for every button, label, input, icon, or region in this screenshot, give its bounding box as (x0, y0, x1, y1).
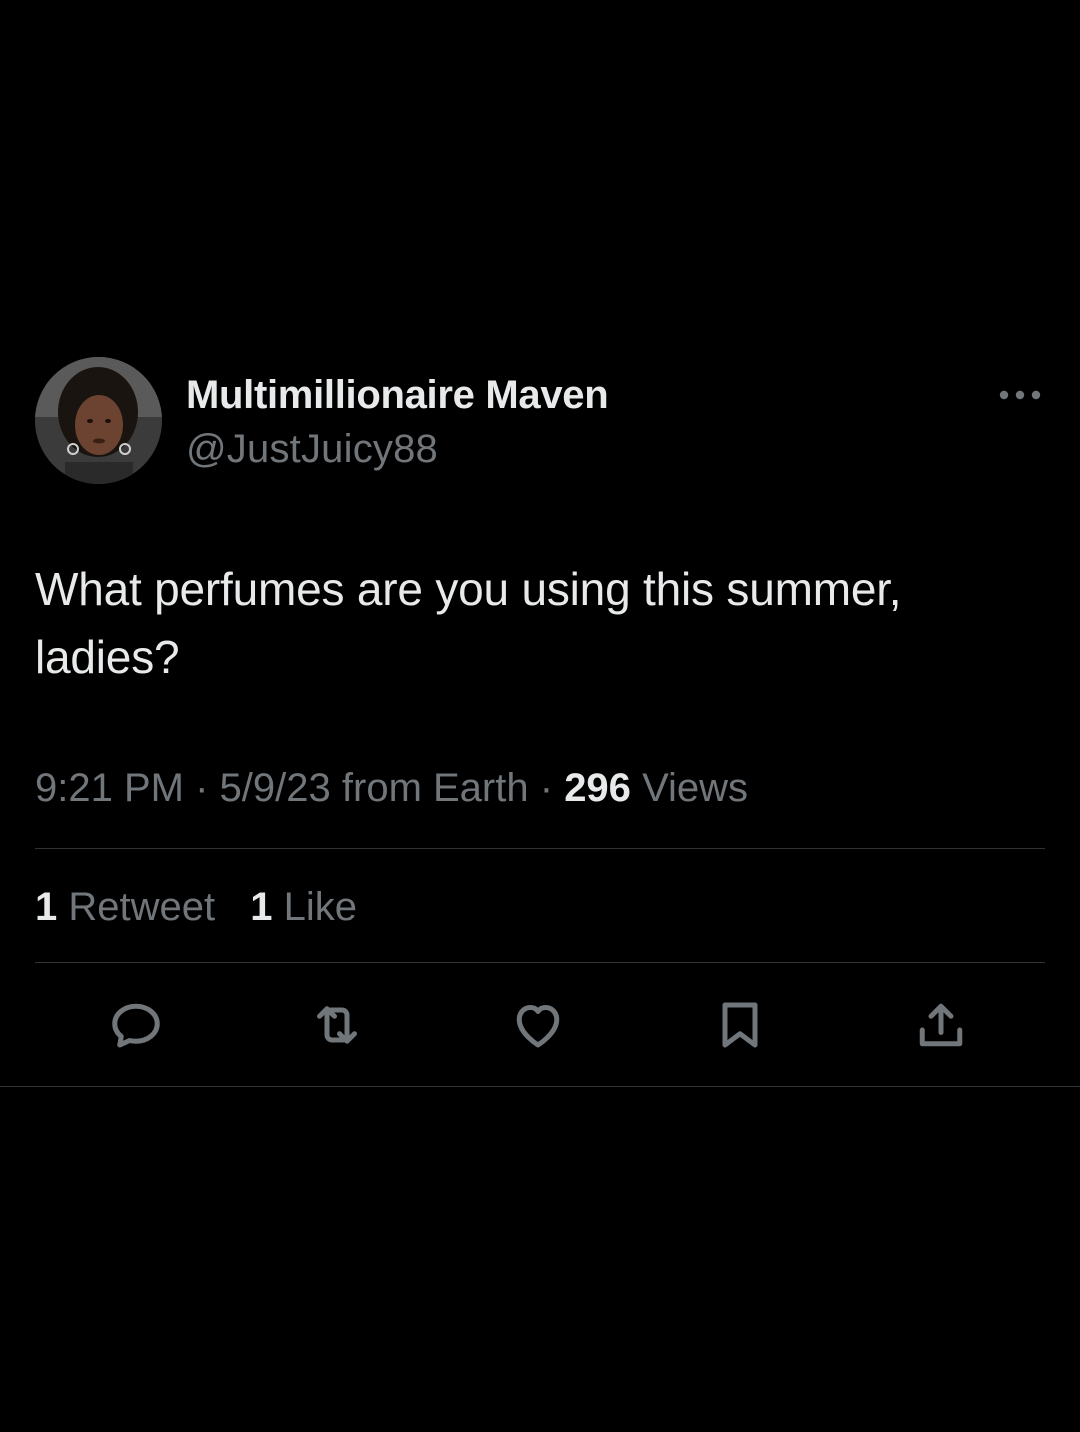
share-button[interactable] (911, 995, 971, 1055)
retweets-label: Retweet (68, 885, 216, 929)
heart-icon (516, 1005, 560, 1048)
share-icon (919, 1003, 963, 1047)
likes-stat[interactable]: 1 Like (250, 885, 357, 929)
likes-count: 1 (250, 885, 273, 929)
reply-button[interactable] (106, 995, 166, 1055)
tweet-text: What perfumes are you using this summer,… (35, 563, 902, 683)
tweet: Multimillionaire Maven @JustJuicy88 What… (0, 355, 1080, 1087)
display-name[interactable]: Multimillionaire Maven (186, 369, 609, 421)
action-bar (0, 995, 1080, 1055)
views-count: 296 (564, 766, 631, 810)
more-dots-icon (999, 390, 1041, 400)
reply-icon (112, 1003, 160, 1048)
engagement-stats: 1 Retweet 1 Like (35, 882, 381, 932)
retweet-icon (317, 1006, 357, 1044)
tweet-source: from Earth (341, 766, 529, 810)
tweet-date[interactable]: 5/9/23 (220, 766, 331, 810)
divider (0, 1086, 1080, 1087)
user-handle[interactable]: @JustJuicy88 (186, 423, 608, 475)
tweet-time[interactable]: 9:21 PM (35, 766, 184, 810)
bookmark-button[interactable] (710, 995, 770, 1055)
like-button[interactable] (508, 995, 568, 1055)
tweet-metadata: 9:21 PM · 5/9/23 from Earth · 296 Views (35, 763, 748, 813)
retweet-button[interactable] (307, 995, 367, 1055)
meta-separator: · (195, 766, 209, 810)
retweets-count: 1 (35, 885, 58, 929)
divider (35, 848, 1045, 849)
avatar[interactable] (35, 357, 162, 484)
bookmark-icon (722, 1002, 758, 1048)
likes-label: Like (283, 885, 358, 929)
author-names: Multimillionaire Maven @JustJuicy88 (186, 369, 609, 475)
retweets-stat[interactable]: 1 Retweet (35, 885, 215, 929)
tweet-header: Multimillionaire Maven @JustJuicy88 (0, 355, 1080, 487)
views-label: Views (642, 766, 749, 810)
divider (35, 962, 1045, 963)
more-options-button[interactable] (996, 381, 1044, 409)
meta-separator: · (539, 766, 554, 810)
avatar-image (35, 357, 162, 484)
